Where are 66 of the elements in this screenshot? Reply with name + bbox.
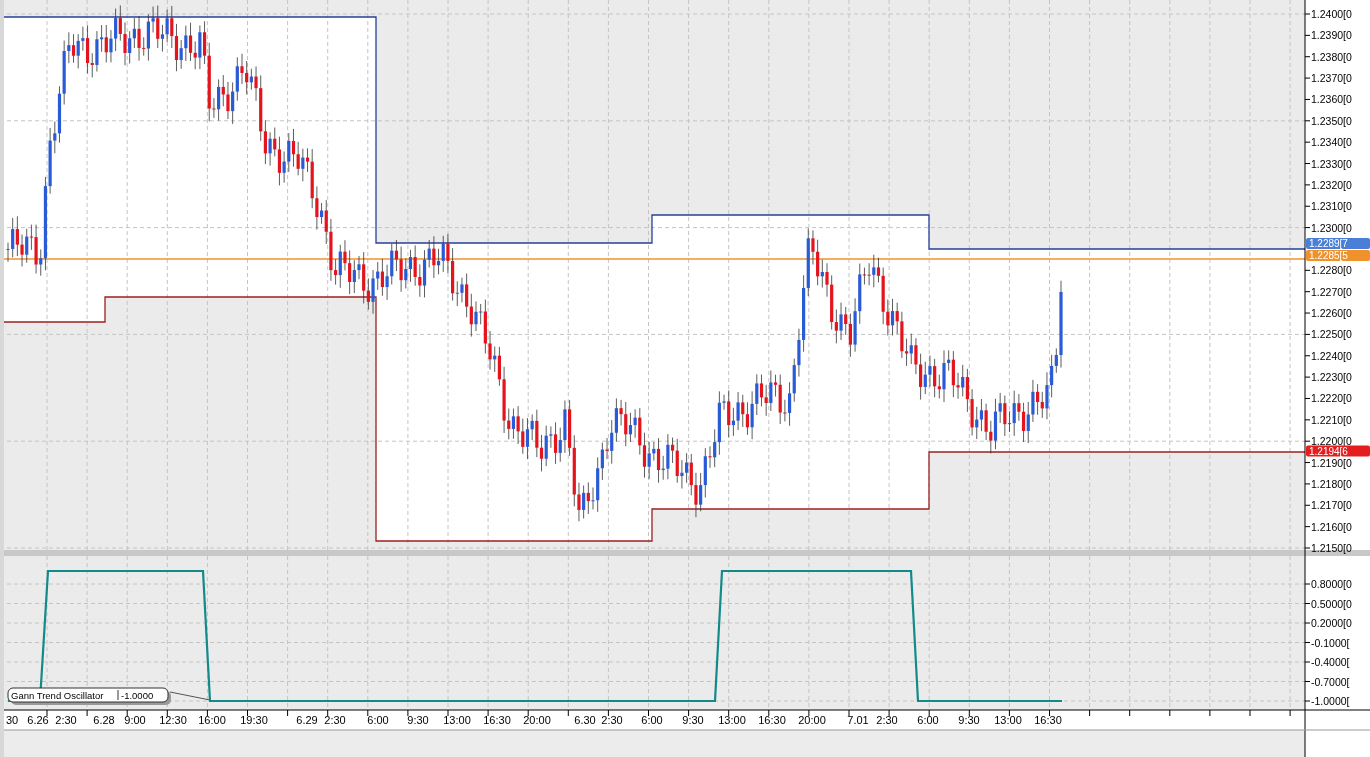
price-axis-label: 1.2400[0	[1311, 8, 1352, 20]
oscillator-axis-label: 0.5000[0	[1311, 597, 1352, 610]
price-axis-label: 1.2330[0	[1311, 157, 1352, 170]
price-axis-label: 1.2220[0	[1311, 392, 1352, 405]
time-axis-label: 16:30	[1034, 714, 1062, 726]
price-axis-label: 1.2300[0	[1311, 221, 1352, 234]
oscillator-axis-label: -1.0000[	[1311, 695, 1350, 707]
time-axis-label: 2:30	[601, 714, 623, 726]
indicator-value: -1.0000	[121, 690, 154, 701]
price-axis-label: 1.2340[0	[1311, 136, 1352, 149]
price-axis-label: 1.2240[0	[1311, 349, 1352, 362]
oscillator-axis-label: -0.7000[	[1311, 675, 1350, 688]
time-axis-label: 9:00	[124, 714, 146, 726]
price-axis-label: 1.2230[0	[1311, 371, 1352, 384]
price-tag: 1.2289[7	[1306, 238, 1370, 249]
price-axis-label: 1.2280[0	[1311, 264, 1352, 277]
price-axis-label: 1.2150[0	[1311, 542, 1352, 554]
price-tag: 1.2194[6	[1306, 445, 1370, 457]
time-axis-label: 6.29	[296, 714, 318, 726]
time-axis-label: 30	[5, 714, 19, 726]
price-axis-label: 1.2170[0	[1311, 499, 1352, 512]
time-axis-label: 16:30	[758, 714, 786, 726]
time-axis-label: 20:00	[523, 714, 551, 726]
price-axis-label: 1.2310[0	[1311, 200, 1352, 213]
price-tag: 1.2285[5	[1306, 250, 1370, 261]
time-axis-label: 19:30	[240, 714, 268, 726]
price-axis-label: 1.2200[0	[1311, 435, 1352, 448]
price-axis-label: 1.2180[0	[1311, 477, 1352, 490]
price-axis-label: 1.2390[0	[1311, 29, 1352, 42]
price-axis-label: 1.2270[0	[1311, 285, 1352, 298]
time-axis-label: 20:00	[798, 714, 826, 726]
time-axis-label: 16:30	[483, 714, 511, 726]
price-axis-label: 1.2320[0	[1311, 178, 1352, 191]
time-axis-label: 13:00	[994, 714, 1022, 726]
time-axis-label: 9:30	[682, 714, 704, 726]
price-axis-label: 1.2250[0	[1311, 328, 1352, 341]
time-axis-label: 6.28	[93, 714, 115, 726]
time-axis-label: 9:30	[407, 714, 429, 726]
oscillator-axis-label: 0.2000[0	[1311, 617, 1352, 629]
leader-line	[169, 691, 211, 701]
time-axis-label: 2:30	[876, 714, 898, 726]
oscillator-axis-label: 0.8000[0	[1311, 578, 1352, 590]
price-axis-label: 1.2160[0	[1311, 520, 1352, 533]
oscillator-axis-label: -0.1000[	[1311, 636, 1350, 649]
time-axis-label: 13:00	[443, 714, 471, 726]
time-axis-label: 6.26	[27, 714, 49, 726]
time-axis-label: 12:30	[159, 714, 187, 726]
time-axis-label: 2:30	[55, 714, 77, 726]
time-axis-label: 6:00	[367, 714, 389, 726]
indicator-name: Gann Trend Oscillator	[11, 690, 104, 701]
price-axis-label: 1.2260[0	[1311, 307, 1352, 320]
price-axis-label: 1.2210[0	[1311, 413, 1352, 426]
price-axis-label: 1.2370[0	[1311, 72, 1352, 85]
time-axis-label: 16:00	[198, 714, 226, 726]
time-axis-label: 13:00	[718, 714, 746, 726]
time-axis-label: 9:30	[958, 714, 980, 726]
price-axis-label: 1.2190[0	[1311, 456, 1352, 469]
price-axis-label: 1.2380[0	[1311, 50, 1352, 63]
price-axis-label: 1.2350[0	[1311, 114, 1352, 127]
oscillator-axis-label: -0.4000[	[1311, 656, 1350, 668]
time-axis-label: 6:00	[641, 714, 663, 726]
time-axis-label: 7.01	[847, 714, 869, 726]
time-axis-label: 6.30	[574, 714, 596, 726]
time-axis-label: 6:00	[917, 714, 939, 726]
price-axis-label: 1.2360[0	[1311, 93, 1352, 106]
time-axis-label: 2:30	[324, 714, 346, 726]
